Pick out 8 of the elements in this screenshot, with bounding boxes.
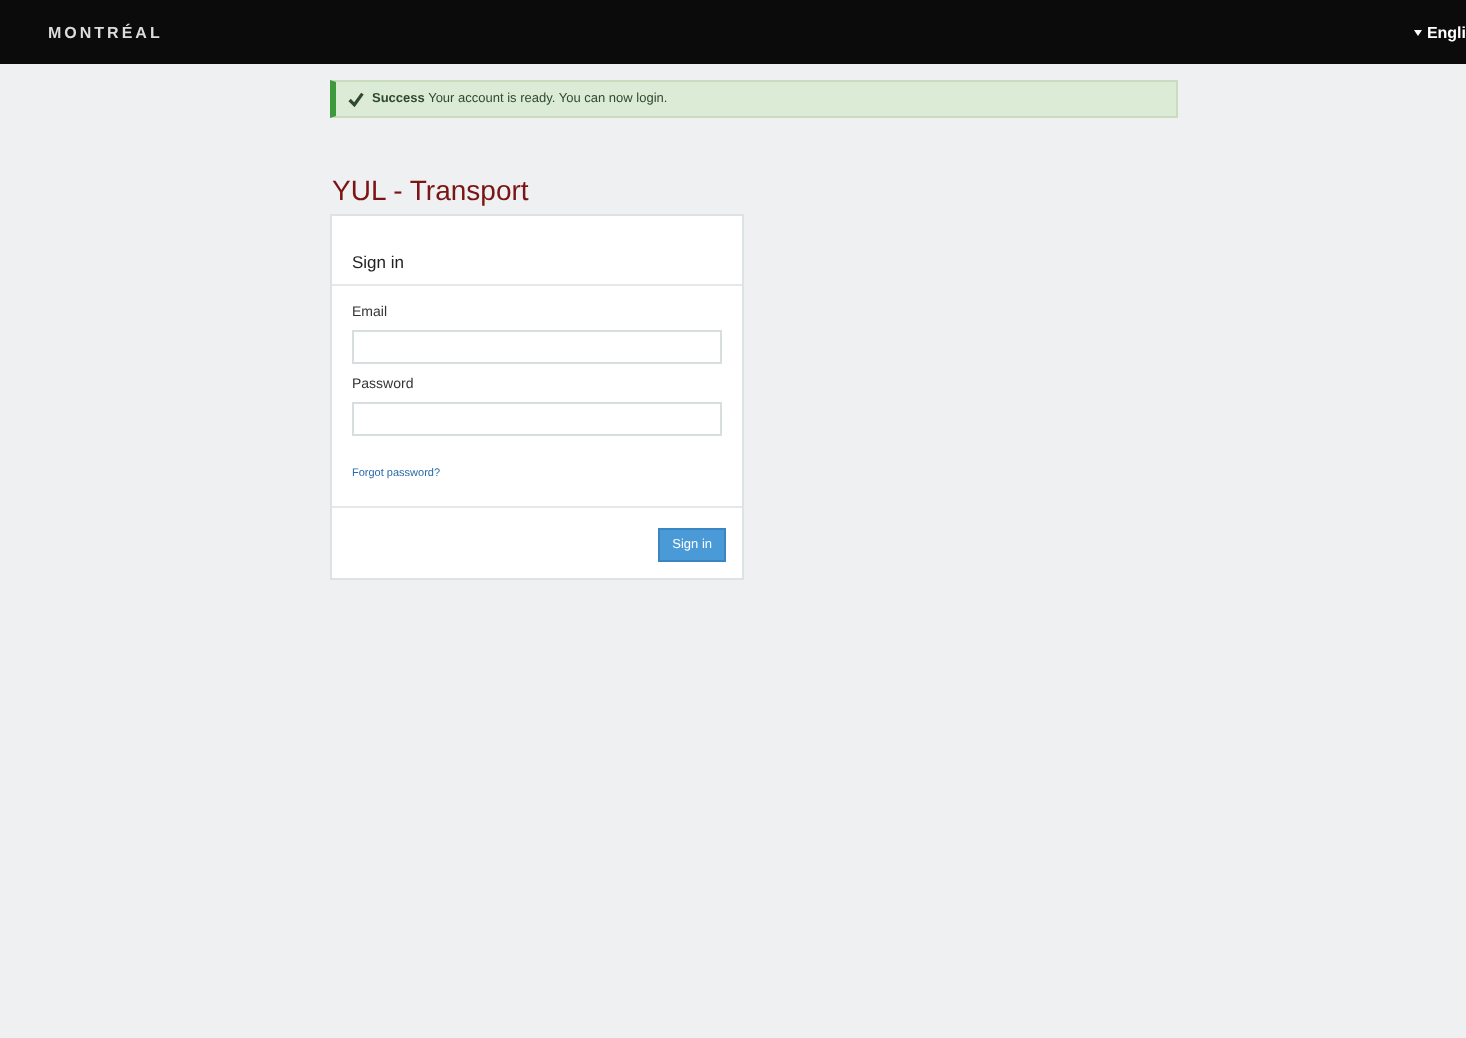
input-field[interactable] — [352, 330, 722, 364]
app-title: YUL - Transport — [332, 174, 531, 206]
language-menu[interactable]: Engli — [1414, 23, 1466, 41]
check-icon — [348, 91, 364, 107]
caret-icon — [1414, 29, 1423, 35]
city-logo[interactable]: MONTRÉAL — [48, 23, 163, 41]
panel-heading: Sign in — [352, 252, 404, 272]
input-field[interactable] — [352, 402, 722, 436]
